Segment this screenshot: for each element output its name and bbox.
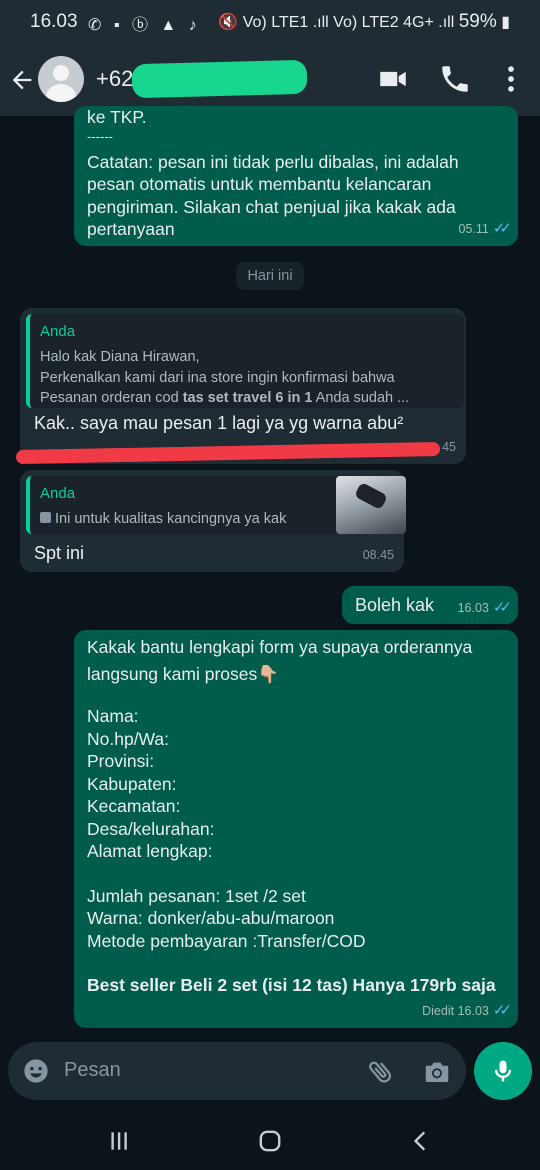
quoted-sender: Anda: [40, 485, 76, 502]
status-time: 16.03: [30, 11, 78, 32]
quoted-image-thumbnail[interactable]: [336, 476, 406, 534]
quoted-text-part: Pesanan orderan cod: [40, 390, 183, 406]
read-tick-icon: ✓✓: [492, 1001, 512, 1019]
form-field-label: Kabupaten:: [87, 773, 177, 794]
recent-apps-icon[interactable]: [106, 1128, 132, 1154]
message-separator: ------: [87, 128, 113, 144]
battery-percent: 59%: [458, 11, 497, 32]
message-text: Spt ini: [34, 543, 85, 563]
message-time: 08.45: [362, 547, 394, 562]
form-field-label: Kecamatan:: [87, 796, 181, 816]
contact-avatar[interactable]: [38, 56, 84, 102]
form-field-label: No.hp/Wa:: [87, 728, 170, 749]
attach-icon[interactable]: [366, 1057, 396, 1087]
message-text-top: ke TKP.: [87, 107, 147, 127]
back-nav-icon[interactable]: [408, 1128, 434, 1154]
battery-icon: ▮: [501, 14, 510, 31]
photo-icon: [40, 512, 51, 523]
form-field-label: Nama:: [87, 706, 139, 726]
form-field-label: Alamat lengkap:: [87, 841, 213, 861]
message-time: 16.03: [457, 1003, 489, 1018]
message-meta: 16.03 ✓✓: [457, 597, 512, 620]
message-text: Kak.. saya mau pesan 1 lagi ya yg warna …: [34, 413, 404, 433]
phone-call-icon[interactable]: [438, 62, 472, 96]
message-text-line: langsung kami proses👇🏼: [87, 663, 280, 684]
message-text-line: Kakak bantu lengkapi form ya supaya orde…: [87, 637, 473, 657]
message-bubble-outgoing[interactable]: Kakak bantu lengkapi form ya supaya orde…: [74, 630, 518, 1028]
form-field-label: Provinsi:: [87, 751, 155, 771]
order-detail-line: Metode pembayaran :Transfer/COD: [87, 930, 366, 951]
contact-name[interactable]: +62: [96, 66, 133, 92]
more-options-icon[interactable]: [494, 62, 528, 96]
voice-message-button[interactable]: [474, 1042, 532, 1100]
message-bubble-incoming[interactable]: Anda Halo kak Diana Hirawan, Perkenalkan…: [20, 308, 466, 464]
message-meta: 05.11 ✓✓: [458, 218, 513, 241]
message-text: Boleh kak: [355, 595, 435, 615]
home-icon[interactable]: [257, 1128, 283, 1154]
system-navigation-bar: [0, 1110, 540, 1170]
message-time: 45: [442, 439, 456, 454]
quoted-text-line: Perkenalkan kami dari ina store ingin ko…: [40, 370, 395, 386]
quoted-sender: Anda: [40, 323, 76, 340]
quoted-text-part: Anda sudah ...: [312, 390, 410, 406]
message-bubble-incoming[interactable]: Anda Ini untuk kualitas kancingnya ya ka…: [20, 470, 406, 572]
message-input[interactable]: Pesan: [64, 1059, 121, 1082]
status-bar: 16.03 ✆ ▪ ⓑ ▲ ♪ 🔇 Vo) LTE1 .ıll Vo) LTE2…: [0, 0, 540, 44]
quoted-text-bold: tas set travel 6 in 1: [182, 390, 313, 406]
microphone-icon: [494, 1060, 512, 1082]
read-tick-icon: ✓✓: [492, 598, 512, 616]
signal-indicators: 🔇 Vo) LTE1 .ıll Vo) LTE2 4G+ .ıll 59% ▮: [218, 11, 510, 33]
quoted-text: Ini untuk kualitas kancingnya ya kak: [55, 511, 287, 527]
avatar-head-shape: [53, 65, 69, 81]
video-call-icon[interactable]: [376, 62, 410, 96]
form-field-label: Desa/kelurahan:: [87, 818, 215, 839]
redaction-mark: [131, 59, 308, 99]
date-divider: Hari ini: [236, 262, 304, 290]
quoted-text-line: Pesanan orderan cod tas set travel 6 in …: [40, 388, 409, 409]
camera-icon[interactable]: [422, 1057, 452, 1087]
read-tick-icon: ✓✓: [492, 219, 512, 237]
order-detail-line: Jumlah pesanan: 1set /2 set: [87, 885, 306, 906]
promo-text: Best seller Beli 2 set (isi 12 tas) Hany…: [87, 975, 496, 995]
message-bubble-outgoing[interactable]: ke TKP. ------ Catatan: pesan ini tidak …: [74, 106, 518, 246]
quoted-text-line: Ini untuk kualitas kancingnya ya kak: [40, 509, 286, 530]
notification-icons: ✆ ▪ ⓑ ▲ ♪: [88, 17, 201, 34]
order-detail-line: Warna: donker/abu-abu/maroon: [87, 908, 335, 928]
quoted-message[interactable]: Anda Halo kak Diana Hirawan, Perkenalkan…: [26, 314, 464, 408]
signal-text: 🔇 Vo) LTE1 .ıll Vo) LTE2 4G+ .ıll: [218, 14, 455, 31]
back-arrow-icon[interactable]: [8, 66, 36, 94]
avatar-body-shape: [46, 84, 76, 102]
emoji-icon[interactable]: [22, 1057, 50, 1085]
message-text: Catatan: pesan ini tidak perlu dibalas, …: [87, 151, 459, 240]
message-input-bar: Pesan: [8, 1042, 466, 1100]
message-time: 16.03: [457, 600, 489, 615]
message-time: 05.11: [458, 221, 489, 236]
message-meta: Diedit 16.03 ✓✓: [422, 1000, 512, 1023]
quoted-text-line: Halo kak Diana Hirawan,: [40, 349, 200, 365]
message-bubble-outgoing[interactable]: Boleh kak 16.03 ✓✓: [342, 586, 518, 624]
quoted-message[interactable]: Anda Ini untuk kualitas kancingnya ya ka…: [26, 476, 406, 534]
edited-label: Diedit: [422, 1003, 455, 1018]
